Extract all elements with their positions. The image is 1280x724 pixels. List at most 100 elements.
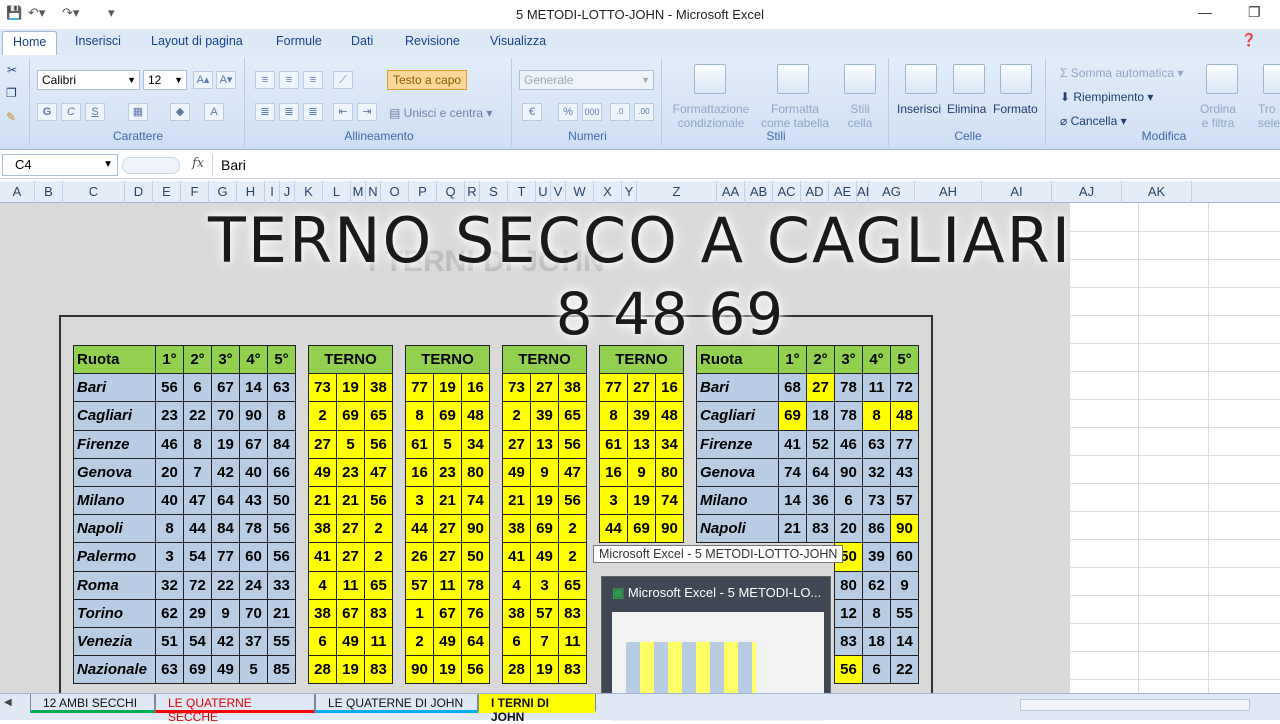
column-header[interactable]: AI: [982, 181, 1052, 203]
terno-cell[interactable]: 83: [364, 598, 393, 628]
header-cell[interactable]: Ruota: [73, 344, 156, 375]
sort-filter-button[interactable]: Ordina e filtra: [1200, 102, 1236, 130]
column-header[interactable]: W: [566, 181, 594, 203]
terno-cell[interactable]: 73: [308, 373, 337, 403]
terno-cell[interactable]: 2: [405, 626, 434, 657]
wheel-name-cell[interactable]: Milano: [696, 485, 779, 516]
number-cell[interactable]: 69: [183, 655, 212, 685]
number-cell[interactable]: 54: [183, 626, 212, 657]
number-cell[interactable]: 67: [211, 373, 240, 403]
orientation-icon[interactable]: ⟋: [333, 71, 353, 89]
terno-cell[interactable]: 61: [599, 429, 628, 459]
terno-cell[interactable]: 13: [530, 429, 559, 459]
terno-cell[interactable]: 4: [308, 570, 337, 600]
align-center-icon[interactable]: ≣: [279, 103, 299, 121]
format-painter-icon[interactable]: ✎: [6, 110, 16, 124]
number-cell[interactable]: 33: [267, 570, 296, 600]
terno-cell[interactable]: 77: [405, 373, 434, 403]
number-cell[interactable]: 51: [155, 626, 184, 657]
tab-insert[interactable]: Inserisci: [75, 34, 121, 48]
terno-cell[interactable]: 41: [502, 542, 531, 572]
terno-cell[interactable]: 19: [433, 373, 462, 403]
terno-cell[interactable]: 11: [364, 626, 393, 657]
column-header[interactable]: AA: [717, 181, 745, 203]
terno-cell[interactable]: 69: [530, 514, 559, 544]
terno-cell[interactable]: 19: [530, 485, 559, 516]
column-header[interactable]: B: [35, 181, 63, 203]
terno-cell[interactable]: 6: [308, 626, 337, 657]
terno-cell[interactable]: 28: [502, 655, 531, 685]
number-cell[interactable]: 8: [183, 429, 212, 459]
terno-cell[interactable]: 34: [655, 429, 684, 459]
number-cell[interactable]: 70: [211, 401, 240, 431]
terno-cell[interactable]: 39: [627, 401, 656, 431]
wheel-name-cell[interactable]: Napoli: [696, 514, 779, 544]
column-header[interactable]: P: [409, 181, 437, 203]
number-cell[interactable]: 69: [778, 401, 807, 431]
bold-icon[interactable]: G: [37, 103, 57, 121]
column-header[interactable]: A: [0, 181, 35, 203]
terno-cell[interactable]: 65: [364, 401, 393, 431]
number-cell[interactable]: 63: [862, 429, 891, 459]
borders-icon[interactable]: ▦: [128, 103, 148, 121]
align-left-icon[interactable]: ≣: [255, 103, 275, 121]
header-cell[interactable]: 3°: [834, 344, 863, 375]
number-cell[interactable]: 8: [267, 401, 296, 431]
wheel-name-cell[interactable]: Firenze: [696, 429, 779, 459]
column-header[interactable]: M: [351, 181, 366, 203]
wheel-name-cell[interactable]: Torino: [73, 598, 156, 628]
number-cell[interactable]: 6: [834, 485, 863, 516]
column-header[interactable]: T: [508, 181, 536, 203]
number-cell[interactable]: 77: [890, 429, 919, 459]
wheel-name-cell[interactable]: Nazionale: [73, 655, 156, 685]
help-icon[interactable]: ❓: [1241, 33, 1257, 48]
terno-cell[interactable]: 2: [308, 401, 337, 431]
terno-cell[interactable]: 27: [627, 373, 656, 403]
terno-cell[interactable]: 21: [308, 485, 337, 516]
align-right-icon[interactable]: ≣: [303, 103, 323, 121]
header-cell[interactable]: 1°: [778, 344, 807, 375]
formula-input[interactable]: Bari: [212, 154, 1278, 176]
terno-cell[interactable]: 19: [336, 655, 365, 685]
number-cell[interactable]: 9: [890, 570, 919, 600]
increase-indent-icon[interactable]: ⇥: [357, 103, 377, 121]
terno-cell[interactable]: 49: [308, 457, 337, 487]
terno-cell[interactable]: 19: [336, 373, 365, 403]
terno-cell[interactable]: 27: [433, 542, 462, 572]
column-header[interactable]: J: [280, 181, 295, 203]
number-cell[interactable]: 39: [862, 542, 891, 572]
number-cell[interactable]: 49: [211, 655, 240, 685]
autosum-button[interactable]: Σ Somma automatica ▾: [1060, 66, 1184, 80]
merge-center-button[interactable]: ▤ Unisci e centra ▾: [389, 106, 492, 120]
number-cell[interactable]: 3: [155, 542, 184, 572]
terno-cell[interactable]: 27: [502, 429, 531, 459]
terno-cell[interactable]: 49: [502, 457, 531, 487]
tab-review[interactable]: Revisione: [405, 34, 460, 48]
clear-button[interactable]: ⌀ Cancella ▾: [1060, 114, 1127, 128]
wheel-name-cell[interactable]: Cagliari: [73, 401, 156, 431]
number-cell[interactable]: 32: [862, 457, 891, 487]
number-cell[interactable]: 56: [155, 373, 184, 403]
number-cell[interactable]: 62: [862, 570, 891, 600]
number-cell[interactable]: 20: [834, 514, 863, 544]
column-header[interactable]: R: [465, 181, 480, 203]
terno-cell[interactable]: 44: [405, 514, 434, 544]
number-cell[interactable]: 48: [890, 401, 919, 431]
terno-cell[interactable]: 23: [433, 457, 462, 487]
terno-cell[interactable]: 56: [558, 485, 587, 516]
underline-icon[interactable]: S: [85, 103, 105, 121]
number-cell[interactable]: 24: [239, 570, 268, 600]
terno-cell[interactable]: 28: [308, 655, 337, 685]
tab-scroll-left-icon[interactable]: ◀: [4, 697, 12, 708]
number-cell[interactable]: 84: [267, 429, 296, 459]
terno-cell[interactable]: 73: [502, 373, 531, 403]
header-cell[interactable]: 4°: [862, 344, 891, 375]
number-cell[interactable]: 72: [183, 570, 212, 600]
number-cell[interactable]: 41: [778, 429, 807, 459]
number-cell[interactable]: 83: [834, 626, 863, 657]
column-header[interactable]: AK: [1122, 181, 1192, 203]
terno-cell[interactable]: 1: [405, 598, 434, 628]
terno-cell[interactable]: 8: [599, 401, 628, 431]
number-cell[interactable]: 57: [890, 485, 919, 516]
column-header[interactable]: AH: [915, 181, 982, 203]
